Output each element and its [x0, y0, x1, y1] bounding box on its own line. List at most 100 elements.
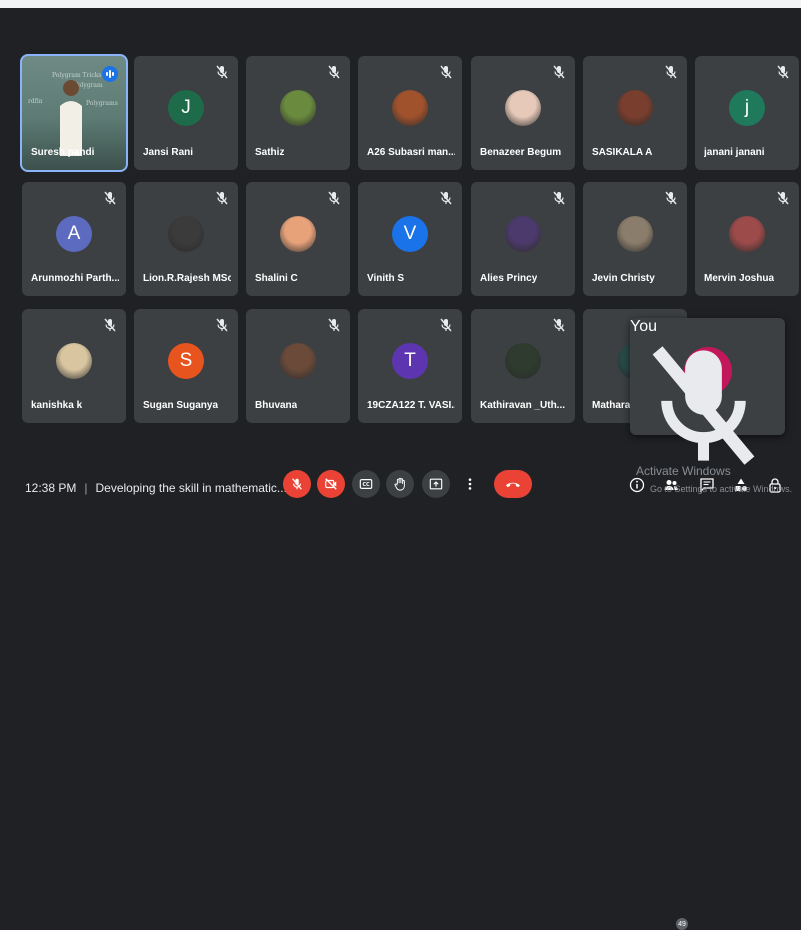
avatar-initial: j	[729, 90, 765, 126]
avatar-initial: V	[392, 216, 428, 252]
participant-tile[interactable]: kanishka k	[22, 309, 126, 423]
microphone-button[interactable]	[283, 470, 311, 498]
participant-tile[interactable]: Shalini C	[246, 182, 350, 296]
participant-name: Arunmozhi Parth...	[31, 273, 119, 284]
participant-tile[interactable]: Mervin Joshua	[695, 182, 799, 296]
avatar-photo	[505, 216, 541, 252]
present-screen-icon	[429, 478, 443, 490]
avatar-photo	[280, 90, 316, 126]
meeting-time: 12:38 PM	[25, 481, 77, 495]
participant-name: Suresh pandi	[31, 147, 95, 158]
avatar-photo	[280, 216, 316, 252]
participant-name: Shalini C	[255, 273, 298, 284]
avatar-initial: J	[168, 90, 204, 126]
activate-windows-title: Activate Windows	[636, 464, 731, 478]
mic-off-icon	[102, 190, 118, 206]
present-button[interactable]	[422, 470, 450, 498]
mic-off-icon	[663, 64, 679, 80]
avatar-photo	[392, 90, 428, 126]
participant-name: janani janani	[704, 147, 765, 158]
participant-tile[interactable]: Jevin Christy	[583, 182, 687, 296]
mic-off-icon	[326, 190, 342, 206]
raise-hand-button[interactable]	[386, 470, 414, 498]
participant-tile[interactable]: Sathiz	[246, 56, 350, 170]
separator: |	[84, 481, 88, 495]
mic-off-icon	[326, 64, 342, 80]
participant-name: Jevin Christy	[592, 273, 655, 284]
meeting-title: Developing the skill in mathematic...	[95, 481, 287, 495]
participant-tile[interactable]: T 19CZA122 T. VASI...	[358, 309, 462, 423]
captions-button[interactable]: CC	[352, 470, 380, 498]
participant-tile[interactable]: V Vinith S	[358, 182, 462, 296]
avatar-photo	[168, 216, 204, 252]
avatar-photo	[617, 216, 653, 252]
participant-name: Jansi Rani	[143, 147, 194, 158]
participant-name: 19CZA122 T. VASI...	[367, 400, 455, 411]
avatar-photo	[505, 90, 541, 126]
participant-tile[interactable]: Benazeer Begum	[471, 56, 575, 170]
mic-off-icon	[214, 317, 230, 333]
mic-off-icon	[214, 190, 230, 206]
participant-name: Mathara	[592, 400, 631, 411]
leave-call-button[interactable]	[494, 470, 532, 498]
camera-button[interactable]	[317, 470, 345, 498]
participant-tile[interactable]: A Arunmozhi Parth...	[22, 182, 126, 296]
mic-off-icon	[214, 64, 230, 80]
camera-off-icon	[325, 478, 337, 490]
activate-windows-subtitle: Go to Settings to activate Windows.	[650, 484, 793, 494]
participant-name: kanishka k	[31, 400, 83, 411]
participant-name: Lion.R.Rajesh MSc	[143, 273, 231, 284]
board-writing: rdfin	[28, 98, 43, 105]
presenter-figure	[56, 76, 86, 156]
phone-hangup-icon	[506, 482, 520, 488]
mic-off-icon	[652, 346, 755, 465]
mic-off-icon	[551, 190, 567, 206]
hand-icon	[394, 477, 405, 491]
mic-off-icon	[438, 64, 454, 80]
info-icon	[629, 477, 645, 493]
participant-name: Alies Princy	[480, 273, 538, 284]
participant-name: Sathiz	[255, 147, 285, 158]
captions-icon: CC	[359, 479, 373, 489]
mic-off-icon	[292, 478, 302, 490]
board-writing: Polygrams	[86, 100, 118, 107]
participant-tile[interactable]: S Sugan Suganya	[134, 309, 238, 423]
participant-tile[interactable]: Lion.R.Rajesh MSc	[134, 182, 238, 296]
avatar-photo	[56, 343, 92, 379]
participant-tile[interactable]: Alies Princy	[471, 182, 575, 296]
self-view-tile[interactable]: V You	[630, 318, 785, 465]
participant-count-badge: 49	[676, 918, 688, 930]
mic-off-icon	[102, 317, 118, 333]
avatar-photo	[280, 343, 316, 379]
top-strip	[0, 0, 801, 8]
participant-tile[interactable]: J Jansi Rani	[134, 56, 238, 170]
participant-name: Kathiravan _Uth...	[480, 400, 566, 411]
avatar-photo	[505, 343, 541, 379]
mic-off-icon	[551, 317, 567, 333]
meeting-details-button[interactable]	[628, 476, 646, 494]
participant-name: SASIKALA A	[592, 147, 653, 158]
avatar-photo	[617, 90, 653, 126]
participant-name: Sugan Suganya	[143, 400, 219, 411]
speaking-indicator-icon	[102, 66, 118, 82]
participant-name: Bhuvana	[255, 400, 298, 411]
mic-off-icon	[775, 190, 791, 206]
participant-name: Vinith S	[367, 273, 405, 284]
avatar-initial: S	[168, 343, 204, 379]
mic-off-icon	[438, 317, 454, 333]
participant-tile[interactable]: A26 Subasri man...	[358, 56, 462, 170]
participant-name: A26 Subasri man...	[367, 147, 455, 158]
avatar-initial: T	[392, 343, 428, 379]
participant-tile[interactable]: Polygram Tricks Polygram rdfin Polygrams Sur…	[20, 54, 128, 172]
participant-tile[interactable]: Bhuvana	[246, 309, 350, 423]
svg-text:CC: CC	[362, 482, 370, 488]
mic-off-icon	[326, 317, 342, 333]
participant-name: Benazeer Begum	[480, 147, 562, 158]
avatar-initial: A	[56, 216, 92, 252]
participant-name: Mervin Joshua	[704, 273, 775, 284]
more-options-button[interactable]	[458, 470, 482, 498]
participant-tile[interactable]: Kathiravan _Uth...	[471, 309, 575, 423]
participant-tile[interactable]: j janani janani	[695, 56, 799, 170]
mic-off-icon	[663, 190, 679, 206]
participant-tile[interactable]: SASIKALA A	[583, 56, 687, 170]
